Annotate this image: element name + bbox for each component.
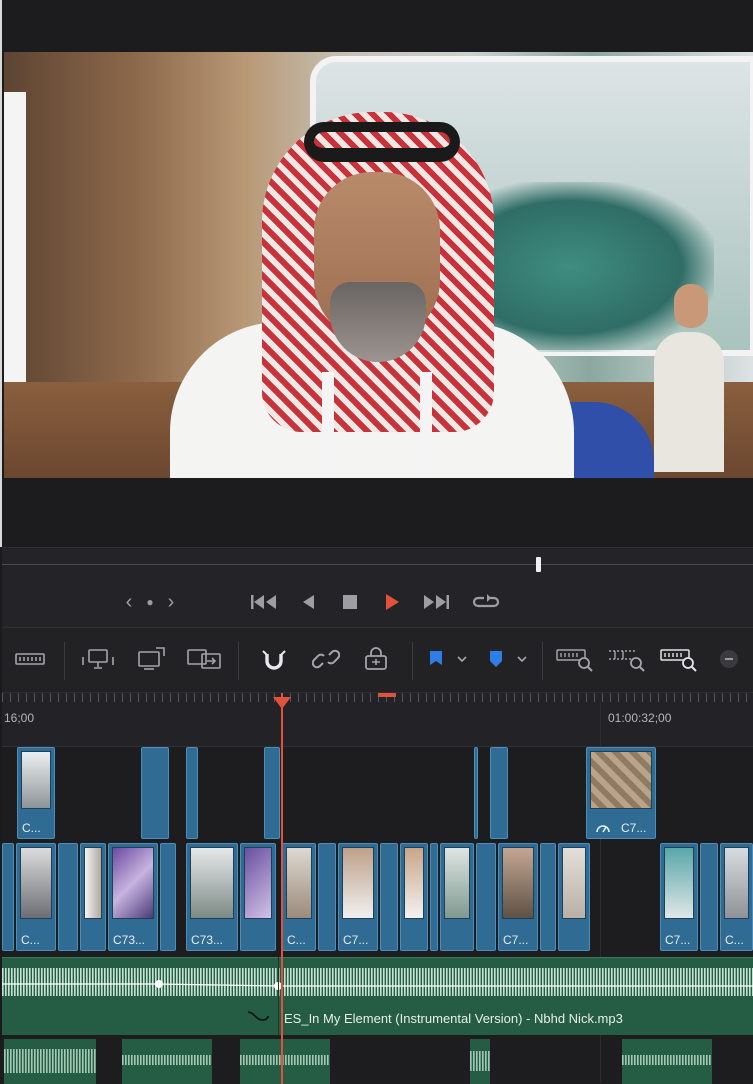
timecode-left: 16;00 (4, 711, 35, 725)
marker-icon[interactable] (486, 642, 532, 676)
background-person-head (674, 284, 708, 328)
audio-clip[interactable] (470, 1039, 490, 1084)
audio-clip[interactable] (4, 1039, 96, 1084)
clip-label: C7... (503, 933, 529, 947)
playhead-handle[interactable] (273, 697, 291, 709)
link-icon[interactable] (308, 642, 344, 676)
video-clip[interactable]: C73... (108, 843, 158, 951)
play-icon[interactable] (378, 577, 406, 627)
video-track-2: C... C73... C73... C... C7... C7... C7..… (2, 843, 753, 951)
playhead-line[interactable] (281, 693, 283, 1084)
toolbar-divider (64, 642, 65, 680)
zoom-detail-icon[interactable] (606, 642, 648, 676)
transport-controls: ‹ ● › (2, 577, 753, 627)
chevron-left-icon[interactable]: ‹ (118, 577, 140, 627)
video-clip[interactable]: C7... (498, 843, 538, 951)
video-preview[interactable] (4, 52, 753, 478)
clip-label: C... (287, 933, 306, 947)
zoom-full-icon[interactable] (554, 642, 596, 676)
stop-icon[interactable] (336, 577, 364, 627)
video-clip[interactable]: C7... (338, 843, 378, 951)
video-clip[interactable] (160, 843, 176, 951)
timecode-right: 01:00:32;00 (608, 711, 672, 725)
subject-agal (304, 122, 460, 162)
loop-icon[interactable] (468, 577, 504, 627)
subject-lanyard (322, 372, 432, 478)
video-clip[interactable] (440, 843, 474, 951)
toolbar-divider (238, 642, 239, 680)
video-clip[interactable] (558, 843, 590, 951)
clip-label: C... (21, 933, 40, 947)
scrubber-track (2, 564, 753, 565)
in-out-marker (378, 693, 396, 697)
insert-clip-icon[interactable] (78, 642, 118, 676)
audio-clip-name: ES_In My Element (Instrumental Version) … (284, 1011, 623, 1026)
dot-icon[interactable]: ● (140, 577, 160, 627)
audio-clip[interactable] (122, 1039, 212, 1084)
video-clip[interactable] (490, 747, 508, 839)
clip-label: C7... (665, 933, 691, 947)
video-clip[interactable]: C7... (586, 747, 656, 839)
clip-label: C7... (621, 821, 647, 835)
background-seats (474, 182, 714, 352)
scrubber-handle[interactable] (536, 557, 541, 572)
clip-label: C73... (191, 933, 224, 947)
clip-label: C... (22, 821, 41, 835)
jump-to-start-icon[interactable] (246, 577, 282, 627)
trim-edit-icon[interactable] (14, 642, 46, 676)
clip-label: C7... (343, 933, 369, 947)
video-clip[interactable]: C... (282, 843, 316, 951)
video-clip[interactable] (540, 843, 556, 951)
video-clip[interactable] (240, 843, 276, 951)
audio-clip[interactable] (622, 1039, 712, 1084)
audio-clip-cut (278, 957, 279, 1035)
video-clip[interactable] (264, 747, 280, 839)
video-clip[interactable] (186, 747, 198, 839)
timeline[interactable]: 16;00 01:00:32;00 C... C7... C... C73...… (2, 693, 753, 1084)
volume-keyframe-line (2, 980, 753, 990)
video-clip[interactable] (80, 843, 106, 951)
video-clip[interactable]: C... (720, 843, 753, 951)
background-person (654, 332, 724, 472)
video-clip[interactable] (380, 843, 398, 951)
snapping-magnet-icon[interactable] (256, 642, 292, 676)
timecode-ruler[interactable]: 16;00 01:00:32;00 (2, 693, 753, 747)
clip-label: C... (725, 933, 744, 947)
clip-label: C73... (113, 933, 146, 947)
video-clip[interactable] (476, 843, 496, 951)
viewer-scrubber[interactable] (2, 547, 753, 577)
video-track-3: C... C7... (2, 747, 753, 839)
jump-to-end-icon[interactable] (418, 577, 454, 627)
video-clip[interactable] (700, 843, 718, 951)
replace-clip-icon[interactable] (184, 642, 224, 676)
fade-curve-icon (247, 1011, 269, 1021)
audio-clip[interactable] (240, 1039, 330, 1084)
speed-change-icon (596, 825, 610, 833)
zoom-custom-icon[interactable] (658, 642, 700, 676)
video-clip[interactable]: C73... (186, 843, 238, 951)
position-lock-icon[interactable] (358, 642, 394, 676)
video-clip[interactable] (430, 843, 438, 951)
minus-icon[interactable] (716, 642, 742, 676)
play-reverse-icon[interactable] (294, 577, 322, 627)
video-clip[interactable] (474, 747, 478, 839)
toolbar-divider (542, 642, 543, 680)
flag-icon[interactable] (426, 642, 472, 676)
video-clip[interactable]: C... (16, 843, 56, 951)
video-clip[interactable] (58, 843, 78, 951)
overwrite-clip-icon[interactable] (134, 642, 170, 676)
timeline-toolbar (2, 627, 753, 693)
audio-track-2 (2, 1039, 753, 1084)
viewer-panel (0, 0, 753, 547)
video-clip[interactable] (400, 843, 428, 951)
video-clip[interactable] (141, 747, 169, 839)
video-clip[interactable]: C7... (660, 843, 698, 951)
video-clip[interactable] (318, 843, 336, 951)
toolbar-divider (412, 642, 413, 680)
video-clip[interactable]: C... (17, 747, 55, 839)
video-clip[interactable] (2, 843, 14, 951)
chevron-right-icon[interactable]: › (160, 577, 182, 627)
